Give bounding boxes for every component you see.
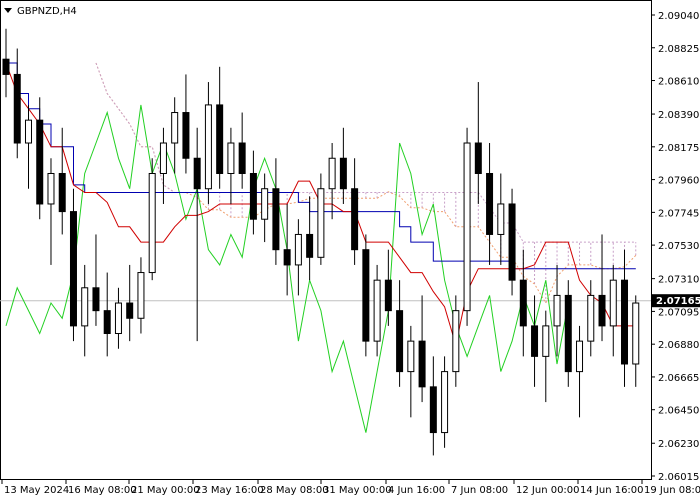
y-tick-label: 2.07530 [658, 241, 699, 252]
candle-body [317, 188, 325, 258]
symbol-title-text: GBPNZD,H4 [17, 6, 77, 17]
y-tick-label: 2.09040 [658, 11, 699, 22]
candle-body [497, 203, 505, 235]
y-tick-label: 2.07095 [658, 307, 699, 318]
candle-body [283, 249, 291, 266]
candle-body [238, 142, 246, 174]
candle-body [114, 302, 122, 335]
candle-body [531, 325, 539, 357]
y-tick-label: 2.06665 [658, 373, 699, 384]
candle-body [587, 294, 595, 342]
candle-body [103, 310, 111, 335]
y-tick-label: 2.06015 [658, 472, 699, 483]
x-tick-label: 12 Jun 00:00 [516, 485, 580, 496]
candle-body [553, 294, 561, 327]
candle-body [621, 279, 629, 365]
candle-body [598, 294, 606, 327]
x-tick-label: 23 May 16:00 [195, 485, 264, 496]
y-tick-label: 2.06880 [658, 340, 699, 351]
y-tick-label: 2.07745 [658, 208, 699, 219]
candle-body [441, 371, 449, 434]
x-tick-label: 31 May 00:00 [323, 485, 392, 496]
candle-body [609, 279, 617, 327]
candle-body [339, 157, 347, 190]
candle-body [373, 279, 381, 342]
candle-body [13, 73, 21, 144]
x-tick-label: 13 May 2024 [4, 485, 69, 496]
candle-body [294, 233, 302, 266]
x-tick-label: 21 May 00:00 [131, 485, 200, 496]
candle-body [463, 142, 471, 312]
candle-body [182, 112, 190, 159]
y-tick-label: 2.08175 [658, 143, 699, 154]
candle-body [261, 188, 269, 220]
y-tick-label: 2.07310 [658, 275, 699, 286]
candle-body [564, 294, 572, 373]
price-axis[interactable]: 2.09040 2.08825 2.08610 2.08390 2.08175 2.079… [651, 11, 699, 483]
y-tick-label: 2.07960 [658, 176, 699, 187]
candle-body [486, 172, 494, 235]
candle-body [159, 142, 167, 174]
candle-body [384, 279, 392, 312]
current-price-tag: 2.07165 [652, 294, 700, 308]
candle-body [69, 211, 77, 327]
candle-body [249, 172, 257, 220]
candle-body [351, 188, 359, 251]
candle-body [2, 58, 10, 75]
candle-body [204, 104, 212, 190]
candle-body [632, 302, 640, 365]
candle-body [36, 119, 44, 205]
candle-body [216, 104, 224, 174]
price-chart[interactable]: 2.09040 2.08825 2.08610 2.08390 2.08175 2.079… [0, 0, 700, 500]
candle-body [126, 302, 134, 319]
price-tag-text: 2.07165 [656, 296, 700, 307]
candle-body [148, 172, 156, 274]
candle-body [24, 119, 32, 144]
candle-body [452, 310, 460, 373]
candle-body [193, 157, 201, 190]
candle-body [92, 287, 100, 312]
candle-body [407, 340, 415, 373]
x-tick-label: 16 May 08:00 [68, 485, 137, 496]
candle-body [137, 272, 145, 319]
y-tick-label: 2.08825 [658, 44, 699, 55]
candle-body [508, 203, 516, 281]
candle-body [47, 172, 55, 205]
candle-body [474, 142, 482, 174]
candle-body [272, 188, 280, 251]
y-tick-label: 2.06230 [658, 439, 699, 450]
x-tick-label: 7 Jun 08:00 [451, 485, 508, 496]
y-tick-label: 2.08390 [658, 110, 699, 121]
candle-body [519, 279, 527, 327]
candle-body [58, 172, 66, 213]
x-tick-label: 28 May 08:00 [260, 485, 329, 496]
candle-body [576, 340, 584, 373]
plot-area[interactable] [0, 0, 652, 480]
x-tick-label: 14 Jun 16:00 [580, 485, 644, 496]
y-tick-label: 2.08610 [658, 77, 699, 88]
y-tick-label: 2.06450 [658, 406, 699, 417]
candle-body [542, 325, 550, 357]
candle-body [171, 112, 179, 144]
candle-body [418, 340, 426, 388]
candle-body [429, 386, 437, 434]
x-tick-label: 19 Jun 08:00 [644, 485, 700, 496]
time-axis[interactable]: 13 May 202416 May 08:0021 May 00:0023 Ma… [1, 480, 700, 496]
candle-body [328, 157, 336, 190]
candle-body [362, 249, 370, 342]
x-tick-label: 4 Jun 16:00 [388, 485, 445, 496]
candle-body [81, 287, 89, 327]
candle-body [227, 142, 235, 174]
candle-body [306, 233, 314, 258]
candle-body [396, 310, 404, 373]
